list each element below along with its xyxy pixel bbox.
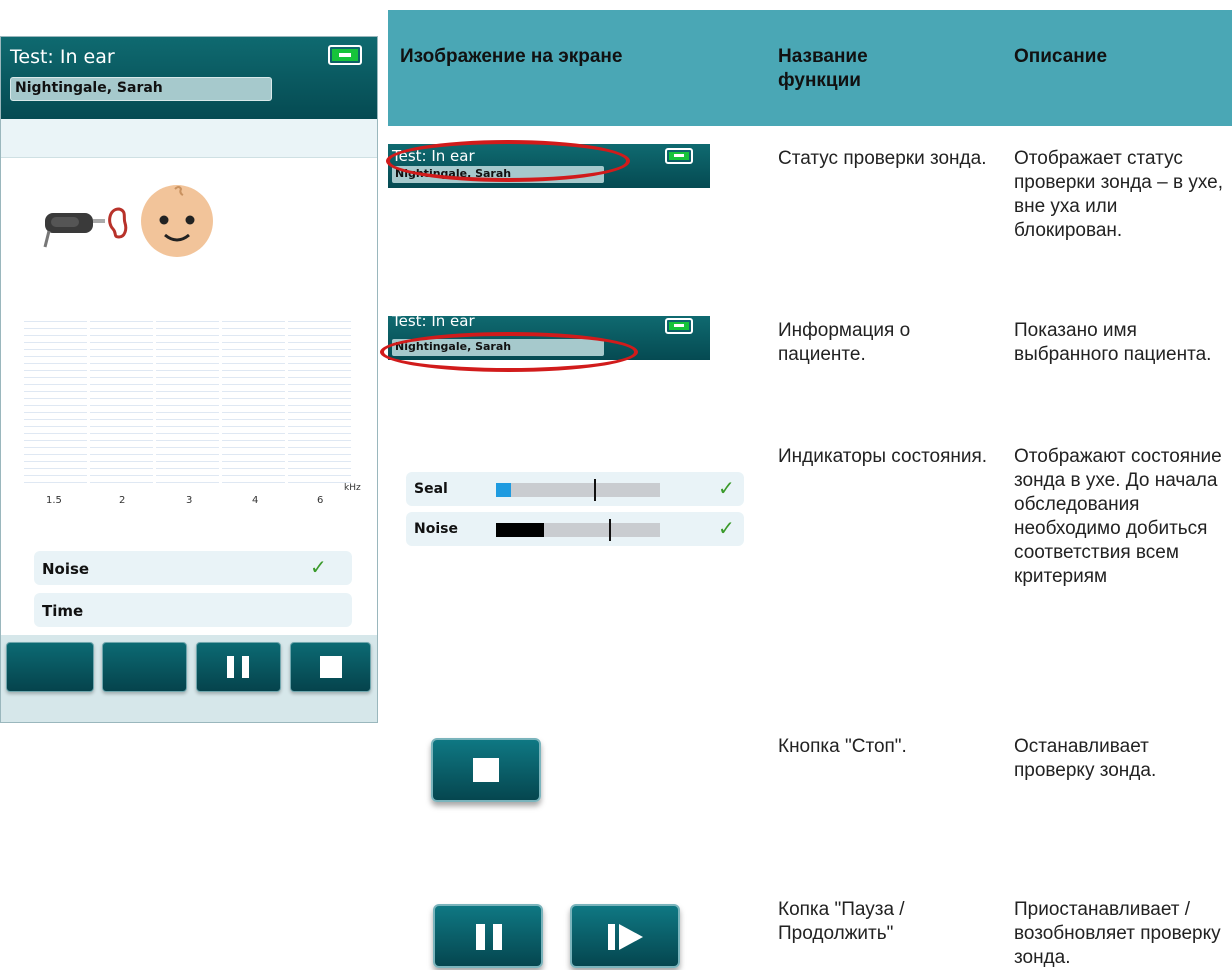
pause-button[interactable] [196,642,281,692]
device-footer [1,635,377,722]
description-cell: Останавливает проверку зонда. [1014,736,1157,781]
noise-level-bar [496,519,660,541]
description-cell: Отображают состояние зонда в ухе. До нач… [1014,446,1222,587]
pause-icon [476,924,485,950]
freq-tick-label: 2 [119,495,126,506]
patient-name-field[interactable]: Nightingale, Sarah [10,77,272,101]
noise-indicator: Noise ✓ [406,512,744,546]
highlight-ellipse [386,140,630,182]
header-screen-image: Изображение на экране [400,46,623,67]
noise-threshold-marker [609,519,611,541]
probe-icon [43,213,105,248]
function-name-cell: Копка "Пауза / Продолжить" [778,899,905,944]
stop-icon [320,656,342,678]
battery-icon [328,45,362,65]
pause-button-large [433,904,543,968]
status-row-noise: Noise ✓ [34,551,352,585]
status-row-label: Noise [42,560,90,578]
check-icon: ✓ [718,516,735,540]
table-header: Изображение на экране Название функции О… [388,10,1232,126]
device-screen: Test: In ear Nightingale, Sarah 1.5 2 3 … [0,36,378,723]
header-function-name: Название функции [778,46,868,91]
highlight-ellipse [380,332,638,372]
check-icon: ✓ [310,555,327,579]
seal-level-bar [496,479,660,501]
status-row-time: Time [34,593,352,627]
soft-key-2-button[interactable] [102,642,187,692]
freq-tick-label: 3 [186,495,193,506]
freq-tick-label: 6 [317,495,324,506]
freq-unit-label: kHz [344,483,361,493]
indicator-label: Noise [414,521,458,537]
function-name-cell: Кнопка "Стоп". [778,736,907,757]
pause-icon [227,656,234,678]
freq-tick-label: 4 [252,495,259,506]
description-cell: Отображает статус проверки зонда – в ухе… [1014,148,1223,241]
thumbnail-title: Test: In ear [392,316,475,330]
baby-face-icon [141,185,213,257]
stop-button-large [431,738,541,802]
battery-icon [665,148,693,164]
stop-icon [473,758,499,782]
soft-key-1-button[interactable] [6,642,94,692]
noise-level-fill [496,523,544,537]
status-row-label: Time [42,602,84,620]
function-name-cell: Информация о пациенте. [778,320,911,365]
battery-icon [665,318,693,334]
probe-in-ear-illustration [43,185,213,257]
check-icon: ✓ [718,476,735,500]
resume-button-large [570,904,680,968]
description-cell: Приостанавливает / возобновляет проверку… [1014,899,1221,968]
function-name-cell: Индикаторы состояния. [778,446,988,467]
indicator-label: Seal [414,481,448,497]
device-subheader [1,119,377,158]
seal-indicator: Seal ✓ [406,472,744,506]
function-name-cell: Статус проверки зонда. [778,148,987,169]
description-cell: Показано имя выбранного пациента. [1014,320,1212,365]
freq-tick-label: 1.5 [46,495,62,506]
header-description: Описание [1014,46,1108,67]
device-header: Test: In ear Nightingale, Sarah [1,37,377,119]
probe-status-title: Test: In ear [10,46,115,68]
resume-icon [608,924,615,950]
ear-icon [108,207,128,239]
seal-threshold-marker [594,479,596,501]
stop-button[interactable] [290,642,371,692]
seal-level-fill [496,483,511,497]
frequency-response-graph [24,321,354,489]
